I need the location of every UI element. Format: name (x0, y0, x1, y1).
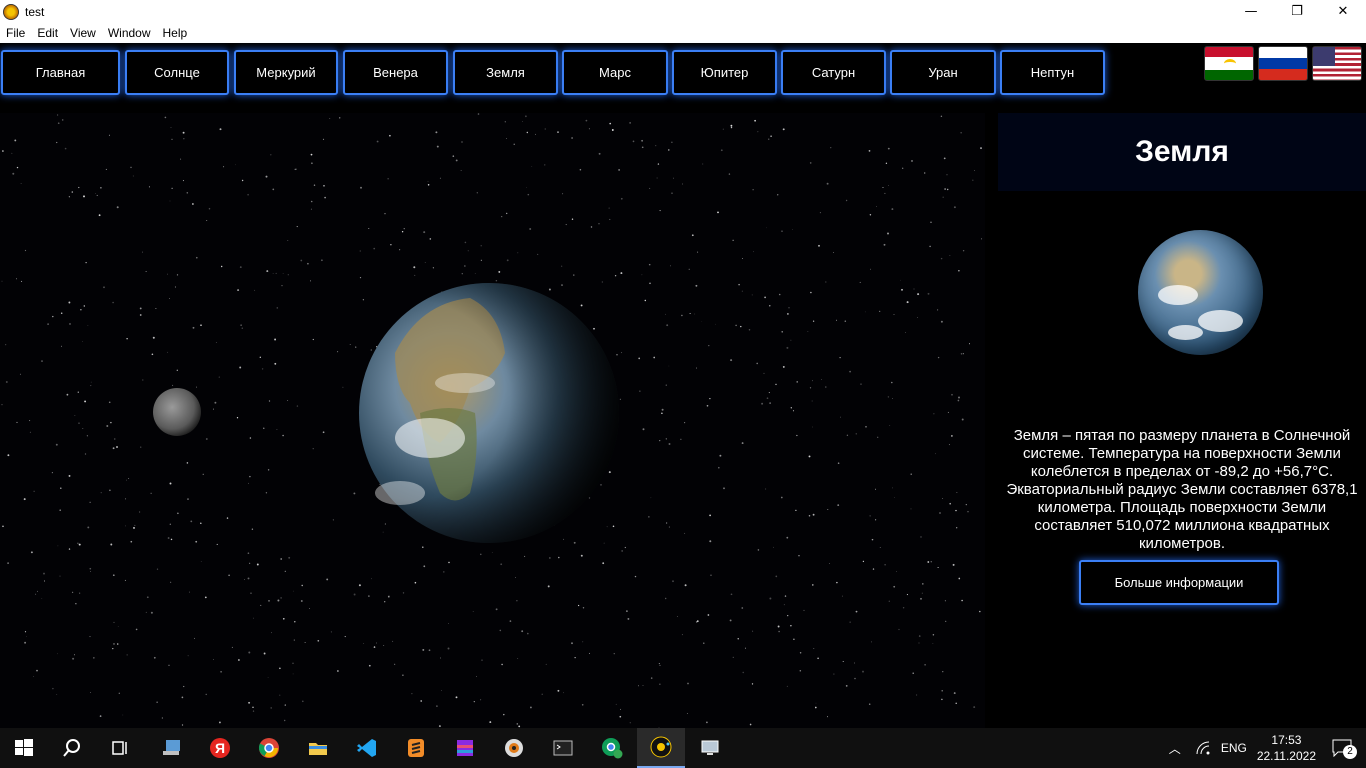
flag-tajikistan-icon[interactable] (1204, 46, 1254, 81)
clock-date: 22.11.2022 (1256, 749, 1316, 763)
nav-jupiter-button[interactable]: Юпитер (672, 50, 777, 95)
computer-icon[interactable] (148, 728, 196, 768)
notification-count-badge: 2 (1343, 745, 1357, 759)
nav-home-button[interactable]: Главная (1, 50, 120, 95)
nav-mercury-button[interactable]: Меркурий (234, 50, 338, 95)
chrome-profile-icon[interactable] (588, 728, 636, 768)
svg-text:Я: Я (215, 740, 225, 756)
nav-neptune-button[interactable]: Нептун (1000, 50, 1105, 95)
notification-center-icon[interactable]: 2 (1330, 733, 1360, 763)
chrome-icon[interactable] (245, 728, 293, 768)
clock-time: 17:53 (1271, 733, 1302, 747)
starfield (1, 113, 983, 728)
planet-description: Земля – пятая по размеру планета в Солне… (1006, 427, 1358, 552)
minimize-button[interactable]: — (1228, 0, 1274, 23)
solar-system-app-icon[interactable] (637, 728, 685, 768)
menu-file[interactable]: File (0, 26, 31, 40)
menu-window[interactable]: Window (102, 26, 157, 40)
chevron-up-icon[interactable]: ︿ (1169, 740, 1181, 757)
sublime-text-icon[interactable] (392, 728, 440, 768)
flag-russia-icon[interactable] (1258, 46, 1308, 81)
space-view (0, 113, 985, 728)
more-info-button[interactable]: Больше информации (1079, 560, 1279, 605)
menu-edit[interactable]: Edit (31, 26, 64, 40)
app-content: Главная Солнце Меркурий Венера Земля Мар… (0, 43, 1366, 728)
window-controls: — ❐ ✕ (1228, 0, 1366, 23)
language-indicator[interactable]: ENG (1221, 741, 1247, 755)
yandex-browser-icon[interactable]: Я (196, 728, 244, 768)
menu-bar: File Edit View Window Help (0, 23, 1366, 43)
title-bar: test — ❐ ✕ (0, 0, 1366, 23)
close-button[interactable]: ✕ (1320, 0, 1366, 23)
earth-thumbnail (1138, 230, 1263, 355)
taskbar: Я ︿ ENG 17:53 22.11.2022 2 (0, 728, 1366, 768)
moon (153, 388, 201, 436)
app-icon (3, 3, 19, 20)
window-title: test (25, 4, 45, 19)
panel-header: Земля (998, 113, 1366, 191)
nav-uranus-button[interactable]: Уран (890, 50, 996, 95)
nav-earth-button[interactable]: Земля (453, 50, 558, 95)
file-explorer-icon[interactable] (294, 728, 342, 768)
flag-usa-icon[interactable] (1312, 46, 1362, 81)
earth (359, 283, 619, 543)
task-view-icon[interactable] (96, 728, 144, 768)
vscode-icon[interactable] (343, 728, 391, 768)
nav-saturn-button[interactable]: Сатурн (781, 50, 886, 95)
maximize-button[interactable]: ❐ (1274, 0, 1320, 23)
nav-sun-button[interactable]: Солнце (125, 50, 229, 95)
start-icon[interactable] (0, 728, 48, 768)
system-tray: ︿ ENG 17:53 22.11.2022 2 (1169, 728, 1366, 768)
planet-title: Земля (1135, 135, 1229, 168)
media-player-icon[interactable] (490, 728, 538, 768)
info-panel: Земля Земля – пятая по размеру планета в… (998, 113, 1366, 728)
remote-desktop-icon[interactable] (686, 728, 734, 768)
nav-venus-button[interactable]: Венера (343, 50, 448, 95)
winrar-icon[interactable] (441, 728, 489, 768)
wifi-icon[interactable] (1195, 740, 1211, 756)
nav-mars-button[interactable]: Марс (562, 50, 668, 95)
menu-help[interactable]: Help (157, 26, 194, 40)
search-icon[interactable] (48, 728, 96, 768)
clock[interactable]: 17:53 22.11.2022 (1257, 732, 1316, 764)
menu-view[interactable]: View (64, 26, 102, 40)
language-flags (1204, 46, 1366, 82)
terminal-icon[interactable] (539, 728, 587, 768)
